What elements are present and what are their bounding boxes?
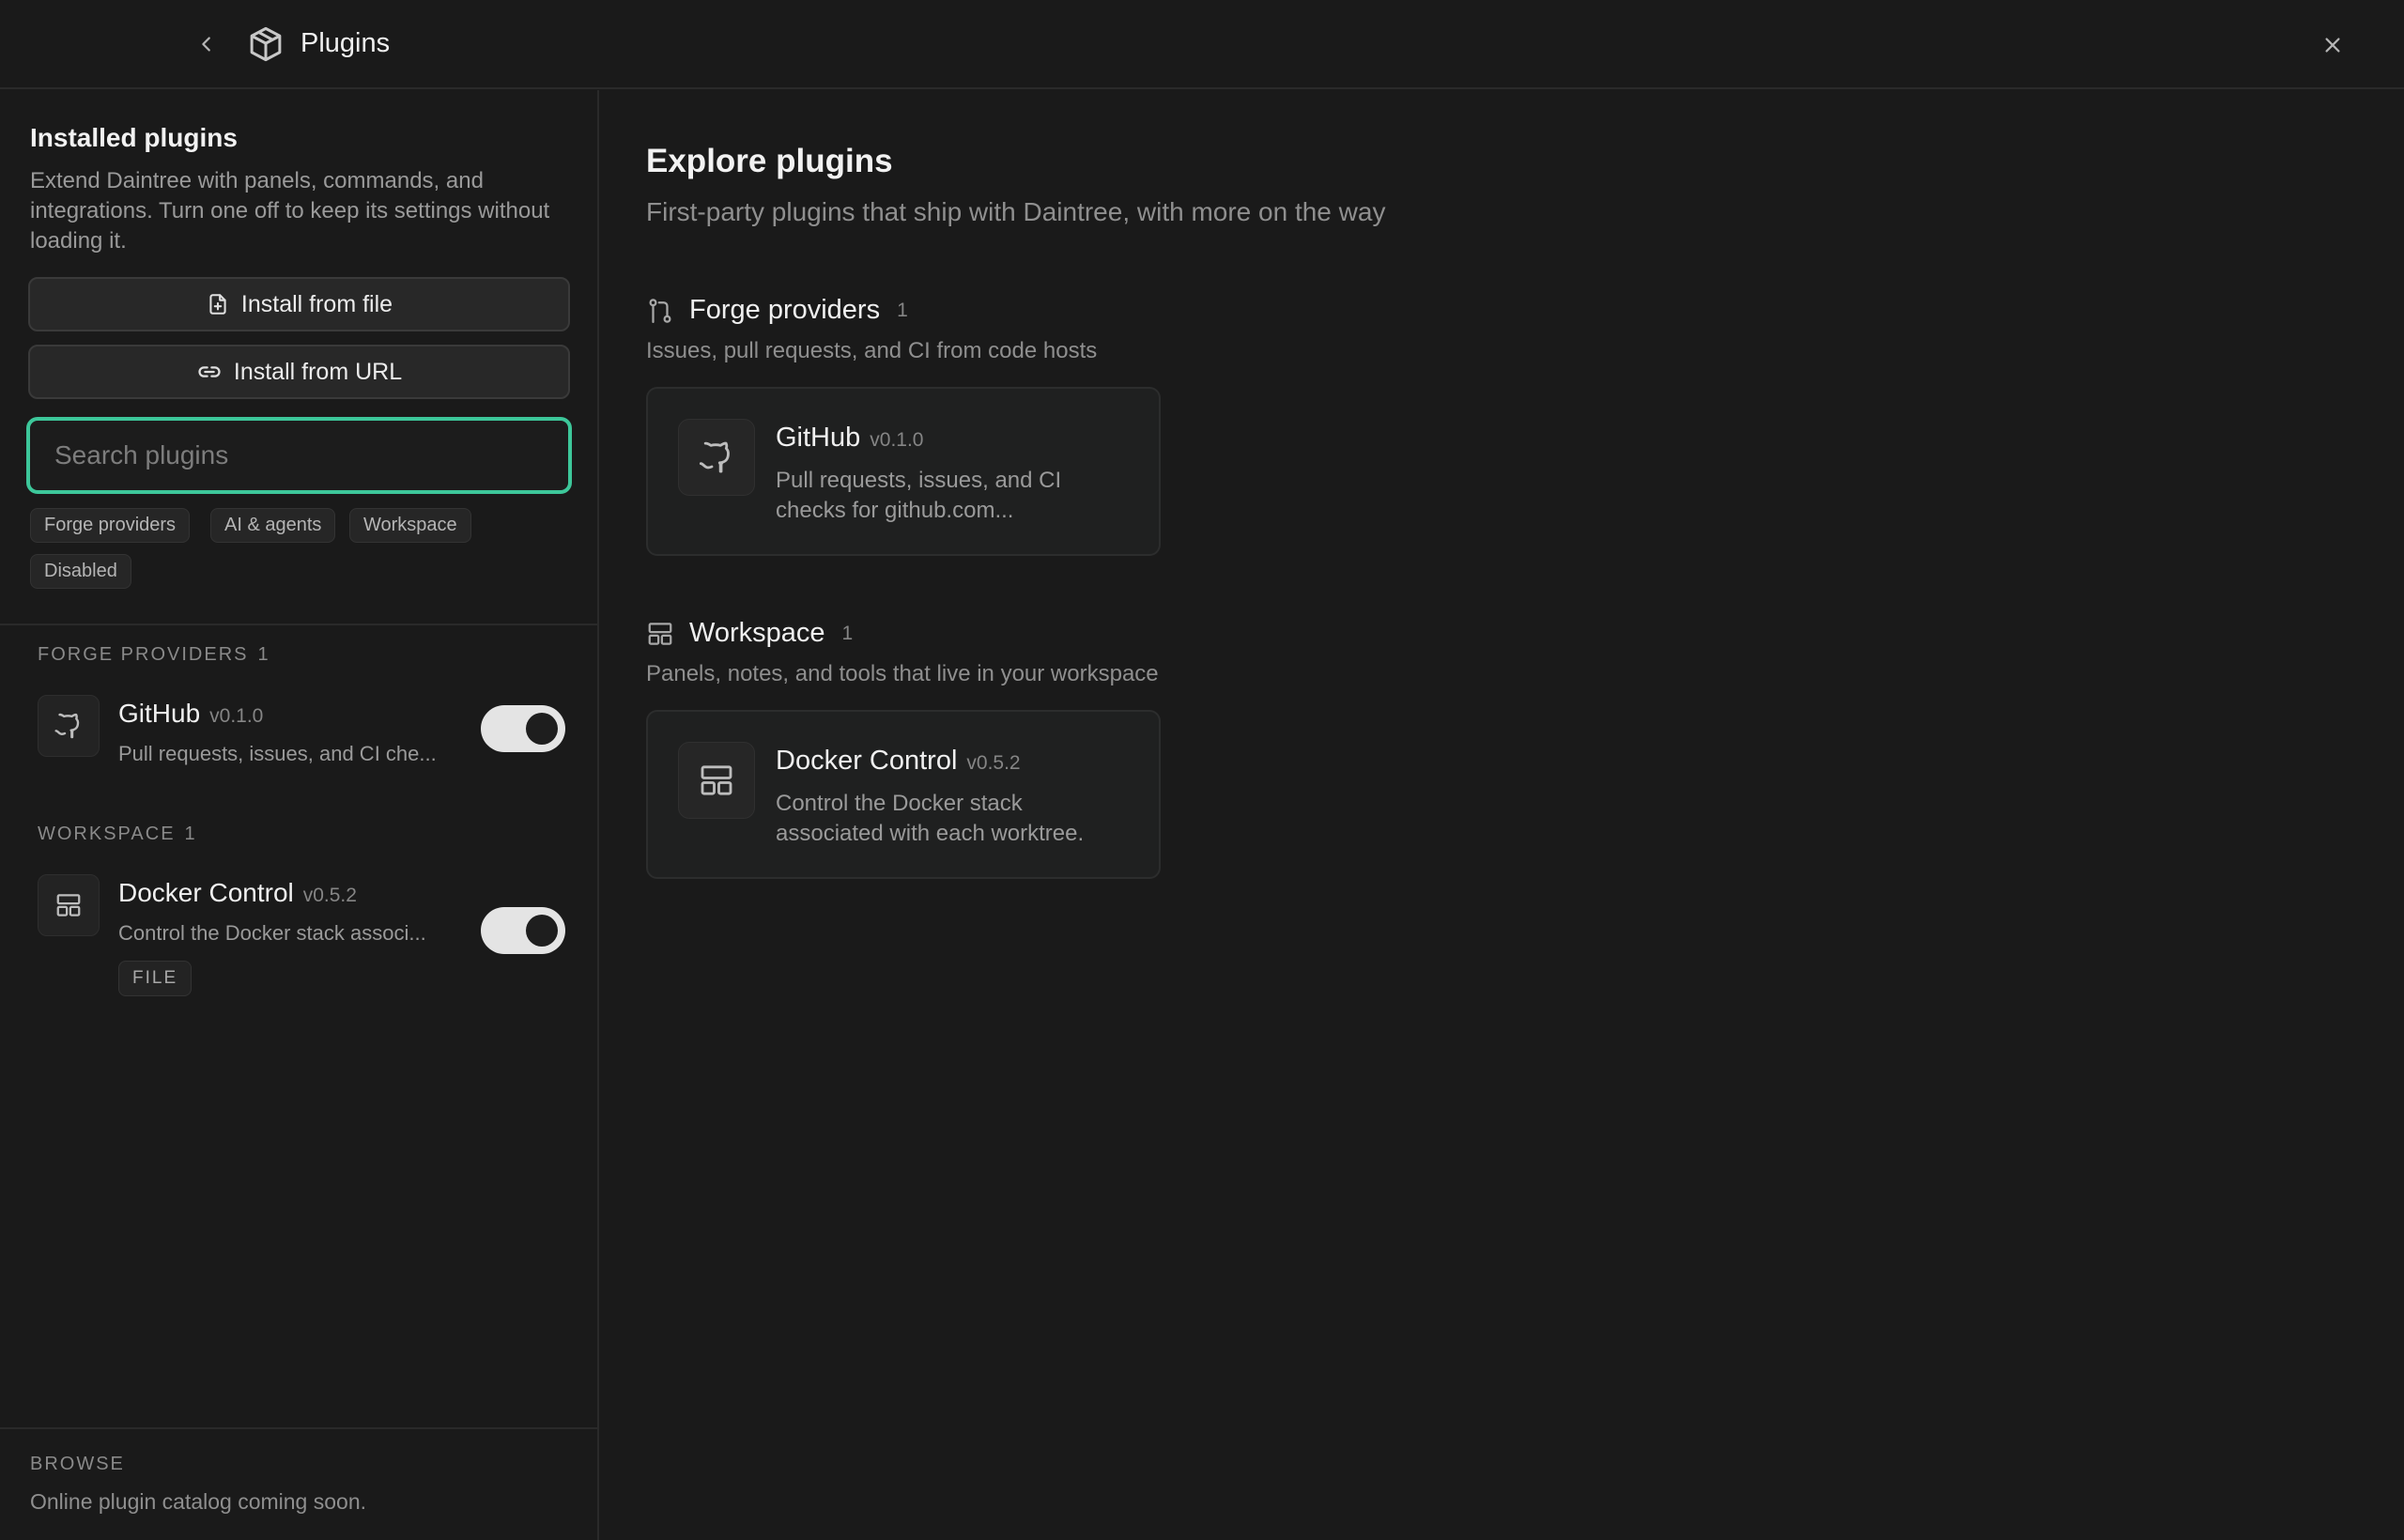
github-enable-toggle[interactable] [481,705,565,752]
file-plus-icon [209,294,226,315]
group-label-text: FORGE PROVIDERS [38,644,249,665]
explore-card-docker-control[interactable]: Docker Control v0.5.2 Control the Docker … [646,710,1161,879]
installed-plugin-docker-control[interactable]: Docker Control v0.5.2 Control the Docker … [38,874,573,1006]
section-count: 1 [897,299,908,321]
section-title: Workspace [689,618,825,648]
header: Plugins [0,0,2404,89]
plugin-name: Docker Control v0.5.2 [118,878,357,908]
card-description: Control the Docker stack associated with… [776,791,1085,846]
explore-panel: Explore plugins First-party plugins that… [601,90,2404,1540]
back-button[interactable] [188,23,225,66]
plugin-description: Control the Docker stack associ... [118,921,426,945]
installed-plugins-description: Extend Daintree with panels, commands, a… [30,168,550,254]
install-from-file-label: Install from file [240,290,393,317]
filter-chip-forge-providers[interactable]: Forge providers [30,508,191,543]
card-version: v0.1.0 [870,429,924,451]
link-icon [198,366,221,377]
section-header-workspace: Workspace 1 [646,618,853,649]
page-title: Plugins [300,28,391,58]
explore-title: Explore plugins [646,143,893,179]
explore-card-github[interactable]: GitHub v0.1.0 Pull requests, issues, and … [646,387,1161,556]
close-button[interactable] [2312,24,2353,66]
card-name: Docker Control v0.5.2 [776,746,1021,777]
card-version: v0.5.2 [966,752,1021,774]
card-name-text: Docker Control [776,746,958,776]
toggle-knob [526,713,558,745]
plugin-version: v0.1.0 [209,705,264,727]
filter-chip-disabled[interactable]: Disabled [30,554,131,589]
section-title: Forge providers [689,295,881,325]
github-icon [54,713,80,739]
layout-icon [56,894,81,916]
search-input[interactable] [30,421,568,490]
plugin-description: Pull requests, issues, and CI che... [118,742,437,765]
plugin-version: v0.5.2 [302,885,357,906]
docker-control-enable-toggle[interactable] [481,907,565,954]
group-count: 1 [257,644,269,665]
section-description: Panels, notes, and tools that live in yo… [646,661,1159,686]
toggle-knob [526,915,558,947]
package-icon [250,26,282,62]
plugin-icon-box [38,874,100,936]
card-icon-box [678,742,755,819]
install-from-url-label: Install from URL [233,358,403,385]
browse-label: BROWSE [30,1454,125,1474]
plugin-name-text: GitHub [118,699,201,728]
git-pull-request-icon [649,298,671,323]
browse-description: Online plugin catalog coming soon. [30,1489,367,1514]
card-name: GitHub v0.1.0 [776,423,923,454]
plugin-name: GitHub v0.1.0 [118,699,263,729]
plugins-window: Plugins Installed plugins Extend Daintre… [0,0,2404,1540]
close-icon [2325,38,2340,53]
search-field [26,417,572,494]
explore-subtitle: First-party plugins that ship with Daint… [646,197,1386,226]
installed-plugins-title: Installed plugins [30,123,238,152]
install-from-file-button[interactable]: Install from file [28,277,570,331]
divider [0,1427,597,1429]
source-badge: FILE [118,961,193,996]
group-count: 1 [184,824,195,844]
github-icon [699,441,730,473]
section-count: 1 [841,622,854,644]
sidebar: Installed plugins Extend Daintree with p… [0,90,599,1540]
card-icon-box [678,419,755,496]
chevron-left-icon [202,37,210,52]
filter-chip-ai-agents[interactable]: AI & agents [210,508,336,543]
filter-chip-workspace[interactable]: Workspace [349,508,471,543]
plugin-icon-box [38,695,100,757]
group-label-forge-providers: FORGE PROVIDERS 1 [38,644,269,666]
card-description: Pull requests, issues, and CI checks for… [776,468,1062,523]
divider [0,624,597,625]
card-name-text: GitHub [776,423,861,453]
group-label-text: WORKSPACE [38,824,176,844]
install-from-url-button[interactable]: Install from URL [28,345,570,399]
section-description: Issues, pull requests, and CI from code … [646,338,1098,363]
layout-icon [701,765,732,795]
installed-plugin-github[interactable]: GitHub v0.1.0 Pull requests, issues, and … [38,695,573,789]
plugin-name-text: Docker Control [118,878,294,907]
section-header-forge-providers: Forge providers 1 [646,295,908,326]
layout-icon [648,622,672,645]
group-label-workspace: WORKSPACE 1 [38,824,195,845]
